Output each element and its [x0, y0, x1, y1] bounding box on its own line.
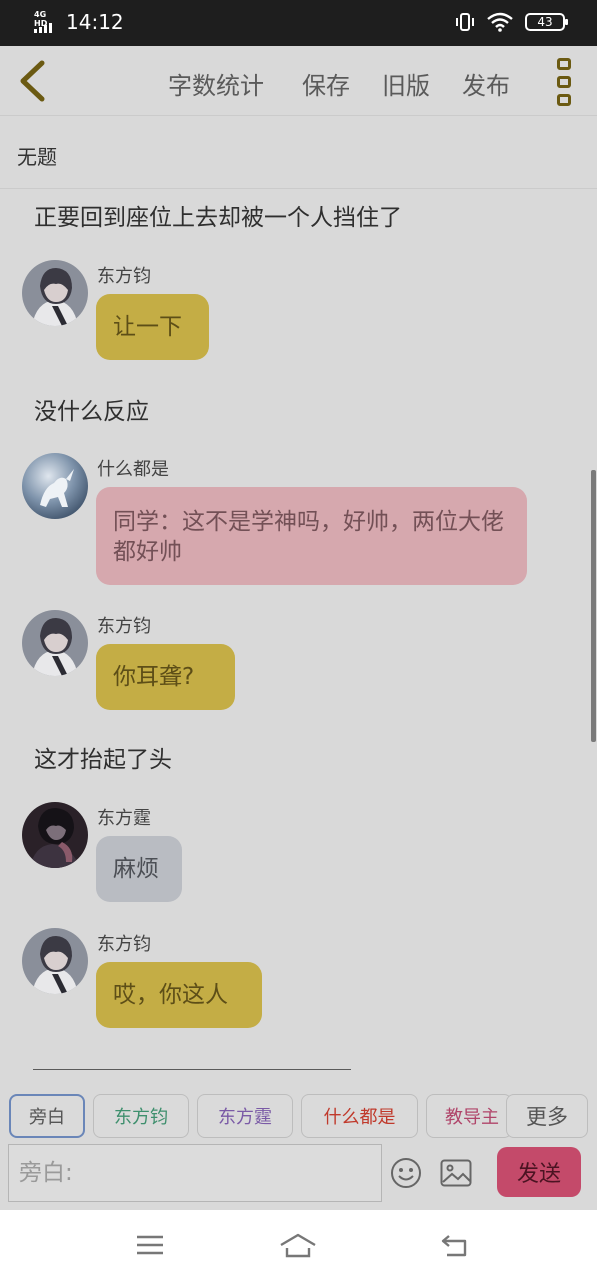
back-nav-icon[interactable] [434, 1228, 474, 1262]
message-bubble[interactable]: 让一下 [96, 294, 209, 360]
role-chip-teacher[interactable]: 教导主 [426, 1094, 512, 1138]
editor-toolbar: 字数统计 保存 旧版 发布 [0, 46, 597, 116]
more-menu-icon[interactable] [554, 58, 574, 106]
sender-name: 东方钧 [97, 266, 151, 287]
sender-name: 东方钧 [97, 616, 151, 637]
avatar[interactable] [22, 610, 88, 676]
more-roles-button[interactable]: 更多 [506, 1094, 588, 1138]
network-signal-icon: 4G HD [34, 10, 60, 34]
avatar[interactable] [22, 802, 88, 868]
old-version-button[interactable]: 旧版 [382, 66, 430, 101]
message-bubble[interactable]: 你耳聋? [96, 644, 235, 710]
narration-line: 没什么反应 [34, 399, 149, 425]
role-chip-dongfang-jun[interactable]: 东方钧 [93, 1094, 189, 1138]
story-content: 正要回到座位上去却被一个人挡住了 东方钧 让一下 没什么反应 什么都是 同学：这… [0, 190, 597, 1070]
scrollbar[interactable] [591, 470, 596, 742]
sender-name: 什么都是 [97, 459, 169, 480]
send-button[interactable]: 发送 [497, 1147, 581, 1197]
publish-button[interactable]: 发布 [462, 66, 510, 101]
avatar[interactable] [22, 453, 88, 519]
narration-line: 这才抬起了头 [34, 747, 172, 773]
role-chip-narrator[interactable]: 旁白 [9, 1094, 85, 1138]
emoji-icon[interactable] [390, 1157, 422, 1189]
vibrate-icon [456, 13, 474, 31]
sender-name: 东方钧 [97, 934, 151, 955]
image-icon[interactable] [440, 1159, 472, 1187]
save-button[interactable]: 保存 [302, 66, 350, 101]
menu-icon[interactable] [130, 1228, 170, 1262]
wifi-icon [487, 12, 513, 32]
content-divider [33, 1069, 351, 1070]
status-bar: 4G HD 14:12 43 [0, 0, 597, 46]
message-bubble[interactable]: 麻烦 [96, 836, 182, 902]
role-chip-shenme-doushi[interactable]: 什么都是 [301, 1094, 418, 1138]
composer: 旁白 东方钧 东方霆 什么都是 教导主 更多 发送 [0, 1085, 597, 1210]
back-button[interactable] [14, 60, 50, 102]
clock: 14:12 [66, 10, 124, 34]
status-left: 4G HD 14:12 [34, 10, 124, 34]
narration-line: 正要回到座位上去却被一个人挡住了 [34, 205, 402, 231]
title-bar: 无题 [0, 117, 597, 189]
sender-name: 东方霆 [97, 808, 151, 829]
message-bubble[interactable]: 哎，你这人 [96, 962, 262, 1028]
chevron-left-icon [20, 60, 45, 102]
avatar[interactable] [22, 260, 88, 326]
status-right: 43 [455, 12, 568, 32]
role-chip-dongfang-ting[interactable]: 东方霆 [197, 1094, 293, 1138]
message-bubble[interactable]: 同学：这不是学神吗，好帅，两位大佬都好帅 [96, 487, 527, 585]
avatar[interactable] [22, 928, 88, 994]
word-count-button[interactable]: 字数统计 [168, 66, 264, 101]
document-title[interactable]: 无题 [17, 141, 57, 170]
system-nav-bar [0, 1210, 597, 1280]
home-icon[interactable] [278, 1228, 318, 1262]
battery-indicator: 43 [525, 13, 568, 31]
message-input[interactable] [8, 1144, 382, 1202]
